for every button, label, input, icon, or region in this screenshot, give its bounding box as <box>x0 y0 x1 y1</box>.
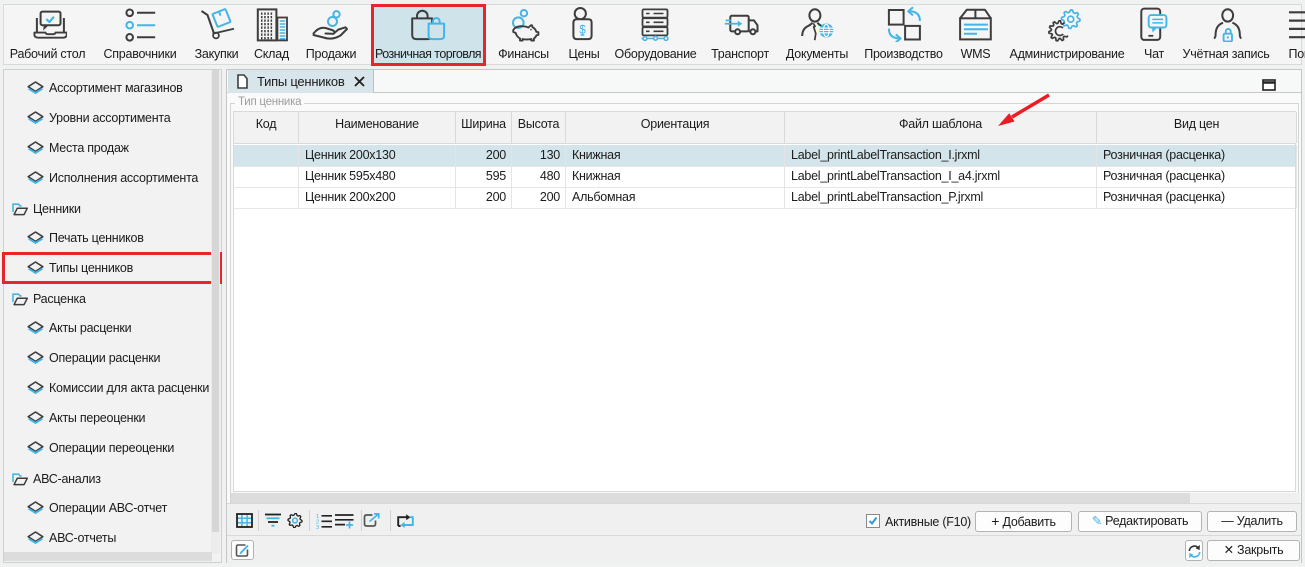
svg-text:3: 3 <box>316 525 319 529</box>
